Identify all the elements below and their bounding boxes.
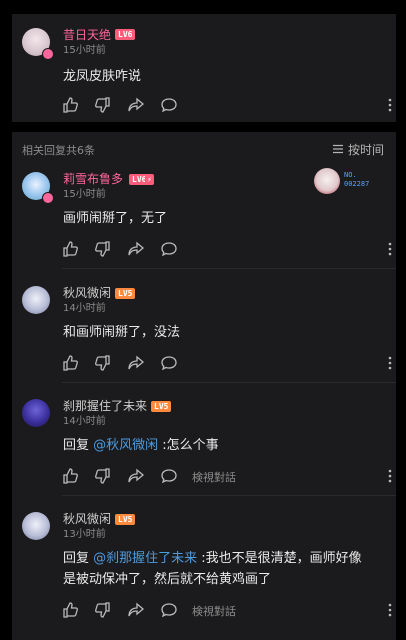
like-icon[interactable] — [62, 97, 78, 113]
reply-item: 秋风微闲 LV5 13小时前 回复 @刹那握住了未来 :我也不是很清楚，画师好像… — [12, 510, 396, 636]
reply-item: 刹那握住了未来 LV5 14小时前 回复 @秋风微闲 :怎么个事 検視對話 — [12, 397, 396, 497]
comment-line-2: 是被动保冲了，然后就不给黄鸡画了 — [63, 572, 272, 587]
reply-prefix: 回复 — [63, 551, 90, 566]
mention-link[interactable]: @刹那握住了未来 — [93, 551, 197, 566]
comment-time: 15小时前 — [63, 45, 106, 56]
comment-icon[interactable] — [161, 468, 177, 484]
sort-label: 按时间 — [348, 143, 385, 157]
comment-time: 14小时前 — [63, 303, 106, 314]
fan-badge-avatar — [314, 168, 340, 194]
divider — [62, 495, 396, 496]
dislike-icon[interactable] — [95, 97, 111, 113]
like-icon[interactable] — [62, 468, 78, 484]
reply-item: 莉雪布鲁多 LV6 ⚡ NO. 002287 15小时前 画师闹掰了，无了 — [12, 168, 396, 270]
avatar[interactable] — [22, 399, 50, 427]
level-badge: LV6 — [115, 29, 136, 40]
reply-body: :怎么个事 — [158, 438, 219, 453]
reply-body: :我也不是很清楚，画师好像 — [197, 551, 362, 566]
comment-icon[interactable] — [161, 602, 177, 618]
sort-toggle[interactable]: 按时间 — [332, 141, 384, 158]
action-bar — [62, 240, 392, 258]
level-badge: LV5 — [115, 514, 136, 525]
username[interactable]: 秋风微闲 — [63, 286, 111, 300]
share-icon[interactable] — [128, 602, 144, 618]
comment-time: 14小时前 — [63, 416, 106, 427]
comment-icon[interactable] — [161, 241, 177, 257]
divider — [62, 268, 396, 269]
comment-text: 回复 @秋风微闲 :怎么个事 — [63, 435, 389, 456]
comment-time: 15小时前 — [63, 189, 106, 200]
username[interactable]: 莉雪布鲁多 — [63, 172, 123, 186]
action-bar: 検視對話 — [62, 601, 392, 619]
level-flash-icon: ⚡ — [145, 174, 154, 185]
share-icon[interactable] — [128, 97, 144, 113]
comment-text: 龙凤皮肤咋说 — [63, 69, 142, 84]
more-icon[interactable] — [382, 602, 398, 618]
comment-text: 和画师闹掰了，没法 — [63, 325, 181, 340]
top-comment-card: 昔日天绝 LV6 15小时前 龙凤皮肤咋说 — [12, 14, 396, 122]
comment-line-1: 回复 @刹那握住了未来 :我也不是很清楚，画师好像 — [63, 548, 389, 569]
comment-icon[interactable] — [161, 355, 177, 371]
level-badge: LV5 — [151, 401, 172, 412]
comment-icon[interactable] — [161, 97, 177, 113]
like-icon[interactable] — [62, 241, 78, 257]
fan-badge-number: NO. 002287 — [344, 171, 370, 188]
comment-text: 画师闹掰了，无了 — [63, 211, 168, 226]
level-badge: LV5 — [115, 288, 136, 299]
comment-time: 13小时前 — [63, 529, 106, 540]
share-icon[interactable] — [128, 468, 144, 484]
like-icon[interactable] — [62, 602, 78, 618]
dislike-icon[interactable] — [95, 355, 111, 371]
more-icon[interactable] — [382, 97, 398, 113]
fan-badge: NO. 002287 — [314, 168, 394, 194]
mention-link[interactable]: @秋风微闲 — [93, 438, 158, 453]
reply-count-label: 相关回复共6条 — [22, 144, 95, 157]
vip-badge-icon — [42, 192, 54, 204]
more-icon[interactable] — [382, 355, 398, 371]
action-bar — [62, 96, 392, 114]
view-conversation-link[interactable]: 検視對話 — [192, 603, 236, 619]
sort-icon — [333, 144, 343, 154]
reply-item: 秋风微闲 LV5 14小时前 和画师闹掰了，没法 — [12, 284, 396, 384]
share-icon[interactable] — [128, 355, 144, 371]
share-icon[interactable] — [128, 241, 144, 257]
dislike-icon[interactable] — [95, 602, 111, 618]
dislike-icon[interactable] — [95, 468, 111, 484]
like-icon[interactable] — [62, 355, 78, 371]
comment-text: 回复 @刹那握住了未来 :我也不是很清楚，画师好像 是被动保冲了，然后就不给黄鸡… — [63, 548, 389, 590]
avatar[interactable] — [22, 512, 50, 540]
dislike-icon[interactable] — [95, 241, 111, 257]
username[interactable]: 秋风微闲 — [63, 512, 111, 526]
more-icon[interactable] — [382, 241, 398, 257]
vip-badge-icon — [42, 48, 54, 60]
action-bar — [62, 354, 392, 372]
view-conversation-link[interactable]: 検視對話 — [192, 469, 236, 485]
avatar[interactable] — [22, 286, 50, 314]
username[interactable]: 昔日天绝 — [63, 28, 111, 42]
reply-prefix: 回复 — [63, 438, 90, 453]
action-bar: 検視對話 — [62, 467, 392, 485]
divider — [62, 382, 396, 383]
username[interactable]: 刹那握住了未来 — [63, 399, 147, 413]
more-icon[interactable] — [382, 468, 398, 484]
